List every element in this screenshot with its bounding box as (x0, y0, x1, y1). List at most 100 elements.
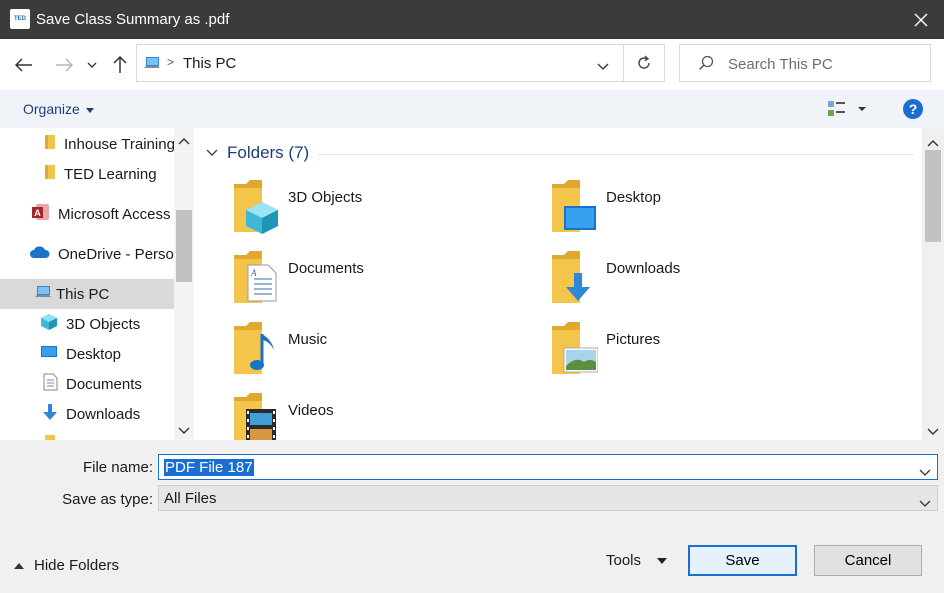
folder-tile-pictures[interactable]: Pictures (550, 322, 850, 382)
folder-3d-objects-icon (234, 180, 278, 234)
folder-pictures-icon (552, 322, 598, 374)
search-box[interactable] (679, 44, 931, 82)
folder-downloads-icon (552, 251, 590, 303)
scroll-down-icon[interactable] (927, 423, 939, 439)
folder-tile-downloads[interactable]: Downloads (550, 251, 850, 311)
sidebar-item-label: Microsoft Access (58, 205, 171, 223)
sidebar-item-onedrive[interactable]: OneDrive - Persor (0, 239, 174, 269)
folder-label: Downloads (606, 260, 681, 277)
folder-tile-documents[interactable]: A Documents (232, 251, 532, 311)
scroll-up-icon[interactable] (178, 132, 190, 148)
caret-down-icon (85, 107, 94, 113)
organize-button[interactable]: Organize (23, 101, 94, 117)
sidebar-item-desktop[interactable]: Desktop (0, 339, 174, 369)
tools-label: Tools (606, 552, 642, 569)
file-name-value[interactable]: PDF File 187 (164, 459, 254, 476)
sidebar-item-partial[interactable] (0, 429, 174, 440)
caret-down-icon (657, 557, 668, 564)
navigation-pane-scrollbar[interactable] (174, 128, 194, 440)
pc-icon (143, 56, 161, 73)
download-icon (42, 403, 58, 425)
file-name-field[interactable]: PDF File 187 (158, 454, 938, 480)
folder-label: Videos (288, 402, 334, 419)
folder-desktop-icon (552, 180, 596, 232)
chevron-down-icon (597, 63, 609, 70)
folder-tile-desktop[interactable]: Desktop (550, 180, 850, 240)
cube-icon (40, 313, 58, 335)
save-type-dropdown-button[interactable] (919, 494, 931, 510)
breadcrumb-separator[interactable]: > (167, 55, 174, 69)
scrollbar-thumb[interactable] (925, 150, 941, 242)
sidebar-item-ted-learning[interactable]: TED Learning (0, 159, 174, 189)
file-list: Folders (7) 3D Objects Desktop A Documen… (194, 128, 922, 440)
close-button[interactable] (898, 0, 944, 39)
file-name-label: File name: (82, 459, 153, 476)
folder-label: Music (288, 331, 328, 348)
folder-music-icon (234, 322, 274, 374)
sidebar-item-label: TED Learning (64, 165, 157, 183)
svg-text:A: A (34, 208, 41, 218)
cancel-button[interactable]: Cancel (814, 545, 922, 576)
folder-label: Desktop (606, 189, 662, 206)
up-button[interactable] (108, 53, 132, 77)
close-icon (914, 13, 928, 26)
folder-documents-icon: A (234, 251, 277, 303)
chevron-down-icon (919, 500, 931, 507)
help-button[interactable]: ? (903, 99, 923, 119)
save-type-select[interactable]: All Files (158, 485, 938, 511)
sidebar-item-documents[interactable]: Documents (0, 369, 174, 399)
hide-folders-button[interactable]: Hide Folders (14, 557, 119, 574)
refresh-icon (638, 55, 650, 69)
save-type-value: All Files (164, 490, 217, 507)
scroll-down-icon[interactable] (178, 422, 190, 438)
back-button[interactable] (12, 53, 36, 77)
document-icon (42, 373, 58, 395)
arrow-left-icon (15, 58, 32, 72)
view-options-icon (828, 101, 866, 116)
file-name-dropdown-button[interactable] (919, 463, 931, 479)
group-label: Folders (227, 143, 284, 162)
title-bar: TED Save Class Summary as .pdf (0, 0, 944, 39)
folder-tile-videos[interactable]: Videos (232, 393, 532, 440)
folder-icon (44, 134, 56, 154)
folder-tile-3d-objects[interactable]: 3D Objects (232, 180, 532, 240)
save-options-panel: File name: PDF File 187 Save as type: Al… (0, 440, 944, 593)
chevron-down-icon (206, 149, 218, 156)
breadcrumb-path[interactable]: This PC (183, 55, 236, 72)
sidebar-item-label: OneDrive - Persor (58, 245, 174, 263)
group-count: (7) (288, 143, 310, 162)
sidebar-item-downloads[interactable]: Downloads (0, 399, 174, 429)
folders-group-header[interactable]: Folders (7) (206, 143, 309, 163)
sidebar-item-label: Desktop (66, 345, 122, 363)
folder-label: Pictures (606, 331, 661, 348)
sidebar-item-label: Downloads (66, 405, 141, 423)
folder-tile-music[interactable]: Music (232, 322, 532, 382)
sidebar-item-3d-objects[interactable]: 3D Objects (0, 309, 174, 339)
save-button[interactable]: Save (688, 545, 797, 576)
address-dropdown-button[interactable] (597, 57, 609, 73)
refresh-button[interactable] (623, 44, 665, 82)
scrollbar-thumb[interactable] (176, 210, 192, 282)
search-icon (698, 55, 714, 74)
window-title: Save Class Summary as .pdf (36, 11, 230, 28)
search-input[interactable] (728, 53, 918, 75)
sidebar-item-label: Documents (66, 375, 142, 393)
folder-label: Documents (288, 260, 364, 277)
folder-icon (44, 164, 56, 184)
hide-folders-label: Hide Folders (34, 557, 120, 574)
sidebar-item-label: Inhouse Training (64, 135, 174, 153)
svg-text:A: A (250, 268, 257, 278)
address-bar[interactable]: > This PC (136, 44, 624, 82)
save-type-label: Save as type: (62, 491, 153, 508)
sidebar-item-microsoft-access[interactable]: A Microsoft Access (0, 199, 174, 229)
file-list-scrollbar[interactable] (922, 128, 944, 440)
sidebar-item-this-pc[interactable]: This PC (0, 279, 174, 309)
forward-button[interactable] (52, 53, 76, 77)
recent-locations-button[interactable] (82, 53, 102, 77)
change-view-button[interactable] (826, 99, 866, 119)
scroll-up-icon[interactable] (927, 134, 939, 150)
sidebar-item-inhouse-training[interactable]: Inhouse Training (0, 129, 174, 159)
folder-label: 3D Objects (288, 189, 363, 206)
tools-button[interactable]: Tools (606, 552, 668, 569)
pc-icon (34, 285, 52, 303)
